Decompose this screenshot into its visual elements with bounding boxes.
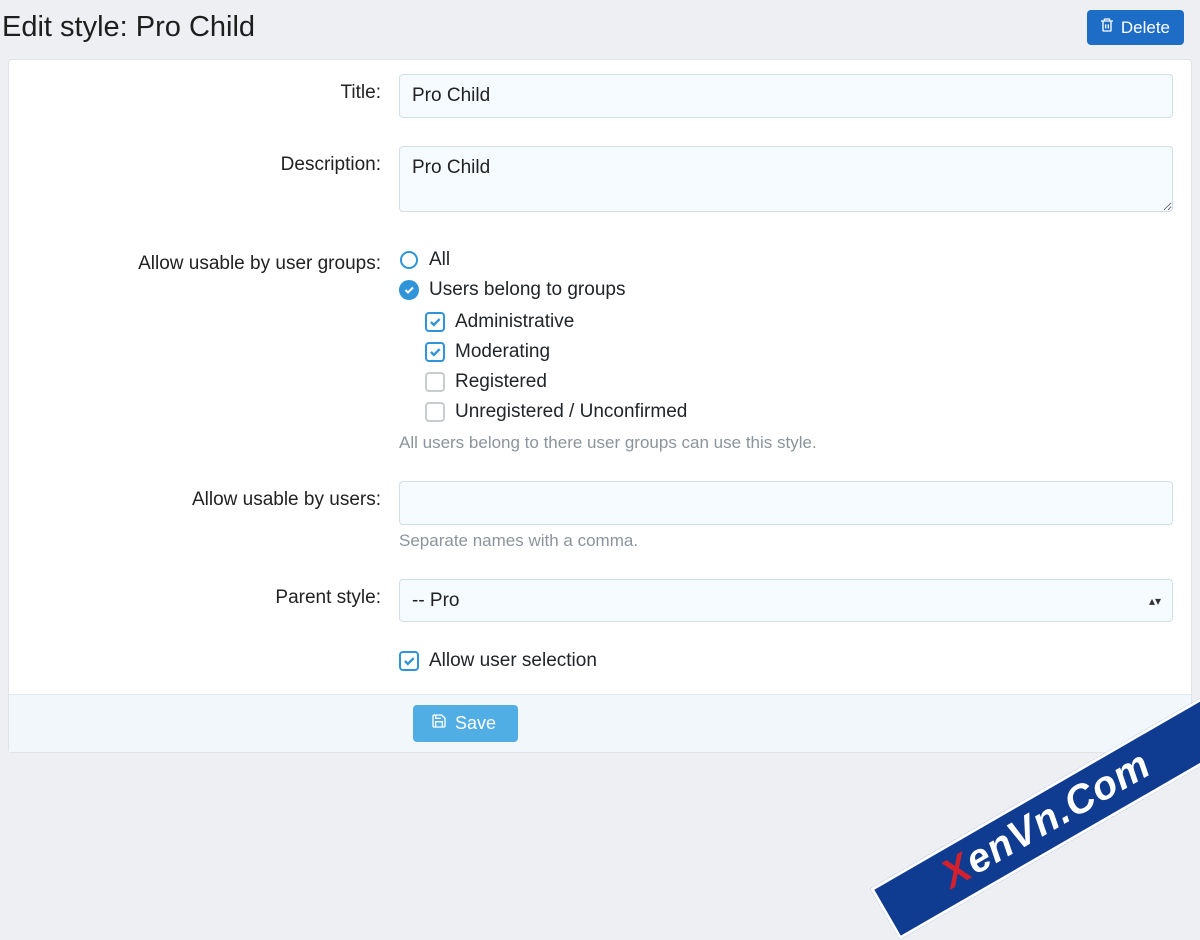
- checkbox-administrative[interactable]: Administrative: [425, 307, 1173, 337]
- parent-style-select[interactable]: -- Pro: [399, 579, 1173, 622]
- checkbox-label: Administrative: [455, 311, 574, 333]
- users-hint: Separate names with a comma.: [399, 531, 1173, 551]
- row-allow-groups: Allow usable by user groups: All Users b…: [9, 231, 1191, 467]
- checkbox-label: Moderating: [455, 341, 550, 363]
- checkbox-allow-user-selection[interactable]: Allow user selection: [399, 646, 1173, 676]
- radio-all[interactable]: All: [399, 245, 1173, 275]
- checkbox-checked-icon: [399, 651, 419, 671]
- save-button[interactable]: Save: [413, 705, 518, 742]
- form-footer: Save: [9, 694, 1191, 752]
- checkbox-icon: [425, 402, 445, 422]
- label-allow-groups: Allow usable by user groups:: [9, 245, 399, 275]
- row-title: Title:: [9, 60, 1191, 132]
- radio-icon: [399, 250, 419, 270]
- trash-icon: [1099, 17, 1115, 38]
- radio-belong-label: Users belong to groups: [429, 279, 625, 301]
- description-input[interactable]: Pro Child: [399, 146, 1173, 212]
- checkbox-label: Allow user selection: [429, 650, 597, 672]
- checkbox-label: Unregistered / Unconfirmed: [455, 401, 687, 423]
- title-input[interactable]: [399, 74, 1173, 118]
- page-title: Edit style: Pro Child: [2, 11, 255, 44]
- radio-belong-groups[interactable]: Users belong to groups: [399, 275, 1173, 305]
- checkbox-label: Registered: [455, 371, 547, 393]
- form-panel: Title: Description: Pro Child Allow usab…: [8, 59, 1192, 753]
- row-allow-users: Allow usable by users: Separate names wi…: [9, 467, 1191, 565]
- checkbox-icon: [425, 372, 445, 392]
- radio-checked-icon: [399, 280, 419, 300]
- watermark-rest: enVn.Com: [957, 742, 1157, 883]
- group-checkboxes: Administrative Moderating Registered Unr…: [425, 307, 1173, 427]
- label-description: Description:: [9, 146, 399, 176]
- row-allow-user-selection: Allow user selection: [9, 636, 1191, 686]
- save-icon: [431, 713, 447, 734]
- label-allow-users: Allow usable by users:: [9, 481, 399, 511]
- allow-users-input[interactable]: [399, 481, 1173, 525]
- radio-all-label: All: [429, 249, 450, 271]
- checkbox-checked-icon: [425, 312, 445, 332]
- checkbox-unregistered[interactable]: Unregistered / Unconfirmed: [425, 397, 1173, 427]
- delete-button[interactable]: Delete: [1087, 10, 1184, 45]
- page-header: Edit style: Pro Child Delete: [0, 0, 1200, 59]
- label-title: Title:: [9, 74, 399, 104]
- save-label: Save: [455, 713, 496, 734]
- checkbox-checked-icon: [425, 342, 445, 362]
- groups-hint: All users belong to there user groups ca…: [399, 433, 1173, 453]
- delete-label: Delete: [1121, 18, 1170, 38]
- checkbox-moderating[interactable]: Moderating: [425, 337, 1173, 367]
- label-parent-style: Parent style:: [9, 579, 399, 609]
- row-description: Description: Pro Child: [9, 132, 1191, 231]
- row-parent-style: Parent style: -- Pro ▴▾: [9, 565, 1191, 636]
- checkbox-registered[interactable]: Registered: [425, 367, 1173, 397]
